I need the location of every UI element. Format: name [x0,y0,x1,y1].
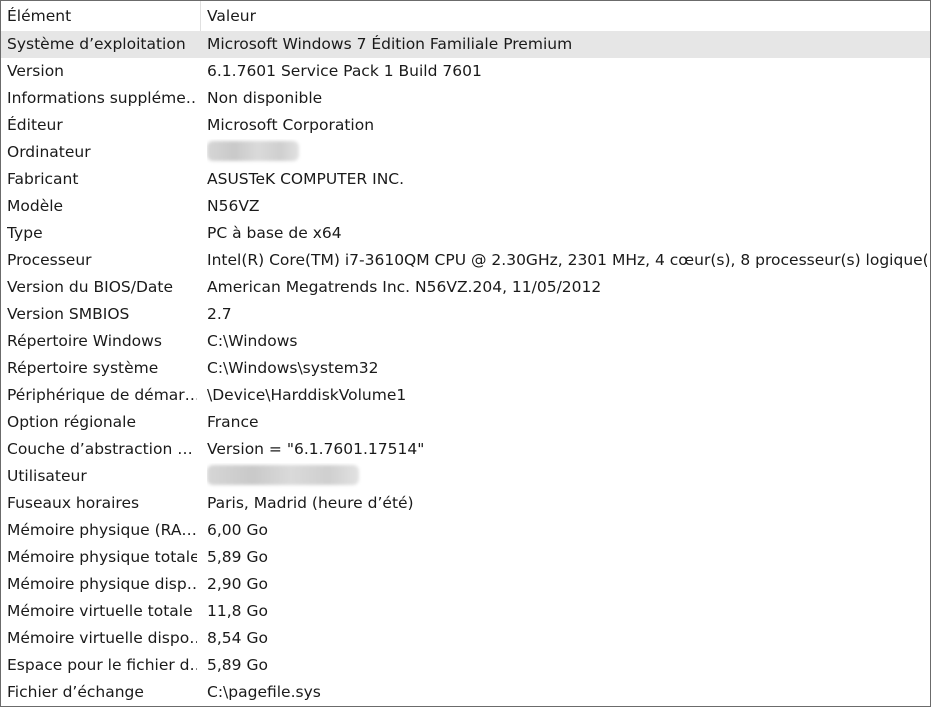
system-info-list: Élément Valeur Système d’exploitation Mic… [0,0,931,707]
table-row[interactable]: Mémoire virtuelle dispo… 8,54 Go [1,625,930,652]
row-element-label: Périphérique de démar… [7,386,197,404]
table-row[interactable]: Ordinateur [1,139,930,166]
column-header-value[interactable]: Valeur [207,1,925,31]
table-row[interactable]: Mémoire physique disp… 2,90 Go [1,571,930,598]
table-row[interactable]: Modèle N56VZ [1,193,930,220]
row-element-label: Option régionale [7,413,137,431]
table-row[interactable]: Couche d’abstraction … Version = "6.1.760… [1,436,930,463]
table-row[interactable]: Répertoire Windows C:\Windows [1,328,930,355]
row-value: 6,00 Go [207,521,268,539]
table-row[interactable]: Éditeur Microsoft Corporation [1,112,930,139]
row-value: 2,90 Go [207,575,268,593]
list-rows: Système d’exploitation Microsoft Windows … [1,31,930,706]
row-value: N56VZ [207,197,260,215]
row-element-label: Version du BIOS/Date [7,278,174,296]
row-element-label: Éditeur [7,116,63,134]
row-value: 2.7 [207,305,232,323]
row-value: 8,54 Go [207,629,268,647]
row-element-label: Système d’exploitation [7,35,186,53]
table-row[interactable]: Système d’exploitation Microsoft Windows … [1,31,930,58]
column-header-element[interactable]: Élément [7,1,195,31]
table-row[interactable]: Mémoire virtuelle totale 11,8 Go [1,598,930,625]
row-value: American Megatrends Inc. N56VZ.204, 11/0… [207,278,602,296]
row-value: ASUSTeK COMPUTER INC. [207,170,405,188]
row-element-label: Utilisateur [7,467,87,485]
redacted-blur [207,141,299,161]
row-element-label: Mémoire virtuelle totale [7,602,193,620]
table-row[interactable]: Version 6.1.7601 Service Pack 1 Build 760… [1,58,930,85]
row-element-label: Mémoire physique (RA… [7,521,197,539]
row-element-label: Informations suppléme… [7,89,197,107]
table-row[interactable]: Processeur Intel(R) Core(TM) i7-3610QM CP… [1,247,930,274]
row-element-label: Fabricant [7,170,79,188]
table-row[interactable]: Option régionale France [1,409,930,436]
row-element-label: Type [7,224,43,242]
list-header: Élément Valeur [1,1,930,32]
row-value: 5,89 Go [207,656,268,674]
row-element-label: Version [7,62,64,80]
table-row[interactable]: Version SMBIOS 2.7 [1,301,930,328]
table-row[interactable]: Version du BIOS/Date American Megatrends … [1,274,930,301]
row-element-label: Mémoire virtuelle dispo… [7,629,197,647]
row-value-redacted [207,463,927,490]
row-element-label: Fichier d’échange [7,683,144,701]
row-value: Microsoft Windows 7 Édition Familiale Pr… [207,35,573,53]
table-row[interactable]: Fichier d’échange C:\pagefile.sys [1,679,930,706]
row-element-label: Mémoire physique disp… [7,575,197,593]
table-row[interactable]: Type PC à base de x64 [1,220,930,247]
row-element-label: Ordinateur [7,143,91,161]
row-value: Intel(R) Core(TM) i7-3610QM CPU @ 2.30GH… [207,251,927,269]
row-element-label: Couche d’abstraction … [7,440,193,458]
row-value: Non disponible [207,89,323,107]
table-row[interactable]: Espace pour le fichier d… 5,89 Go [1,652,930,679]
table-row[interactable]: Fabricant ASUSTeK COMPUTER INC. [1,166,930,193]
table-row[interactable]: Utilisateur [1,463,930,490]
row-value: 6.1.7601 Service Pack 1 Build 7601 [207,62,482,80]
row-value: C:\Windows [207,332,298,350]
row-element-label: Fuseaux horaires [7,494,140,512]
table-row[interactable]: Mémoire physique (RA… 6,00 Go [1,517,930,544]
row-value: 11,8 Go [207,602,268,620]
row-element-label: Espace pour le fichier d… [7,656,197,674]
row-element-label: Répertoire Windows [7,332,162,350]
row-value: PC à base de x64 [207,224,342,242]
table-row[interactable]: Fuseaux horaires Paris, Madrid (heure d’é… [1,490,930,517]
table-row[interactable]: Répertoire système C:\Windows\system32 [1,355,930,382]
row-value: 5,89 Go [207,548,268,566]
column-divider[interactable] [200,1,201,31]
row-element-label: Processeur [7,251,92,269]
row-value: Version = "6.1.7601.17514" [207,440,425,458]
row-element-label: Version SMBIOS [7,305,130,323]
redacted-blur [207,465,359,485]
row-value: \Device\HarddiskVolume1 [207,386,407,404]
row-element-label: Modèle [7,197,64,215]
row-value: Paris, Madrid (heure d’été) [207,494,414,512]
table-row[interactable]: Mémoire physique totale 5,89 Go [1,544,930,571]
table-row[interactable]: Périphérique de démar… \Device\HarddiskVo… [1,382,930,409]
row-element-label: Mémoire physique totale [7,548,197,566]
row-element-label: Répertoire système [7,359,159,377]
row-value: C:\Windows\system32 [207,359,379,377]
row-value: Microsoft Corporation [207,116,375,134]
row-value: France [207,413,259,431]
row-value-redacted [207,139,927,166]
table-row[interactable]: Informations suppléme… Non disponible [1,85,930,112]
row-value: C:\pagefile.sys [207,683,321,701]
